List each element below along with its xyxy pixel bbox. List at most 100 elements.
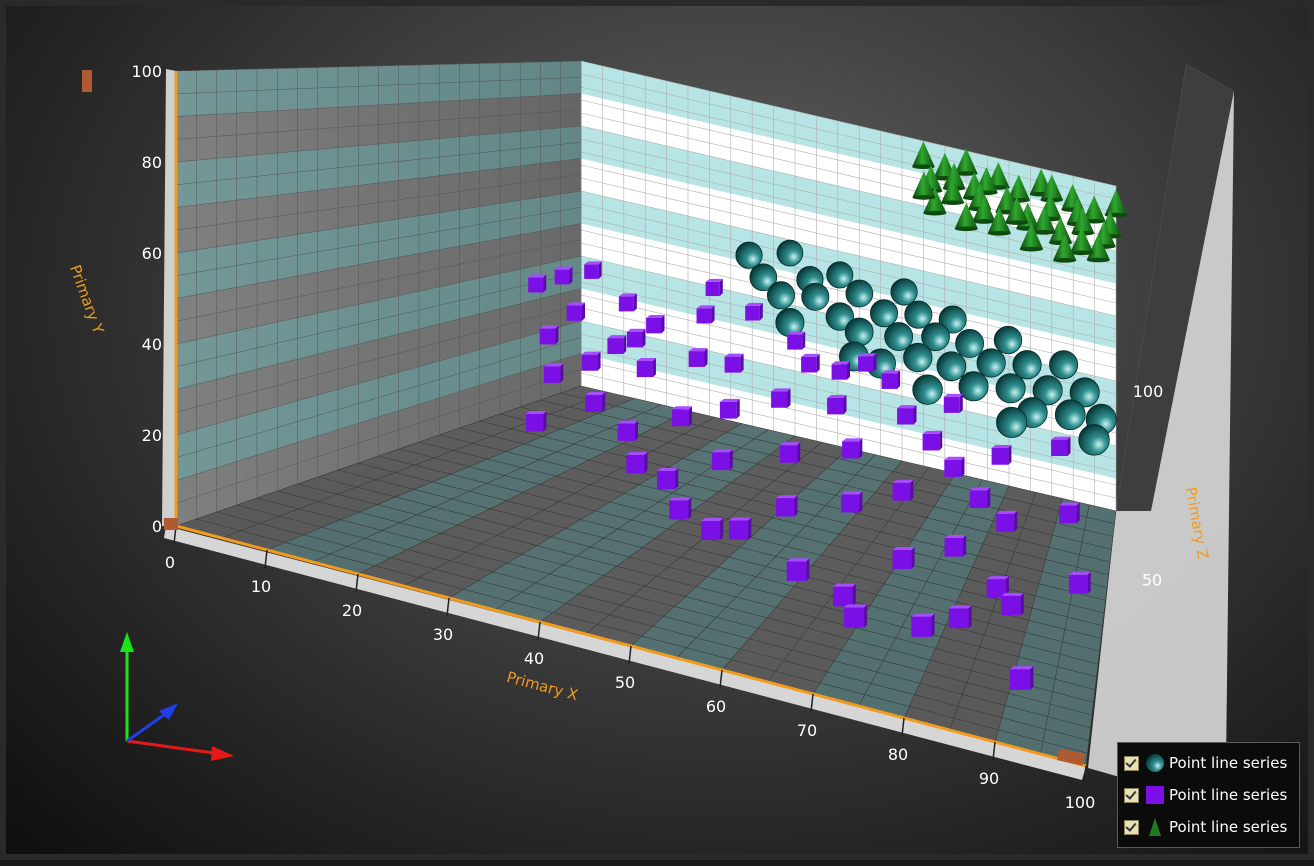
cube-point [705,278,723,297]
sphere-point [936,351,967,382]
cube-point [688,348,708,367]
x-tick-label: 70 [797,721,817,740]
cube-icon [1146,786,1164,804]
cube-face-top [843,604,868,608]
cube-face-side [719,278,723,297]
cube-face-side [897,370,901,389]
cube-face-front [719,401,737,419]
cube-face-front [618,296,634,312]
cube-point [1068,571,1091,594]
cube-face-front [669,500,689,520]
cube-point [779,442,801,463]
cube-face-front [842,441,860,459]
cube-face-side [1067,436,1071,457]
cube-face-front [729,520,749,540]
cube-point [554,266,573,285]
axis-corner-cap [82,70,92,92]
sphere-point [976,348,1006,378]
sphere-point [766,281,795,310]
legend-checkbox[interactable] [1124,787,1139,803]
cube-face-front [1059,505,1077,524]
cube-face-side [1076,502,1080,524]
cube-face-front [554,269,570,285]
cube-face-side [797,442,801,463]
cube-point [581,351,601,371]
cube-point [745,302,763,321]
cube-face-front [858,356,874,372]
axis-corner-cap [164,518,178,530]
cube-face-side [959,393,963,413]
cube-face-side [740,353,744,373]
cube-face-top [832,583,856,587]
sphere-point [826,261,854,289]
cube-face-side [987,487,991,509]
x-tick-label: 60 [706,697,726,716]
cone-base [1019,246,1044,252]
cube-face-front [787,334,803,350]
cube-face-side [543,274,547,293]
cube-point [607,335,627,354]
sphere-point [1078,424,1110,456]
legend-item-cubes[interactable]: Point line series [1124,779,1293,811]
cube-point [539,325,559,345]
cube-point [843,604,868,628]
x-tick-label: 40 [524,649,544,668]
sphere-point [801,282,830,311]
cube-face-side [816,353,820,373]
cube-face-side [968,605,972,629]
sphere-point [890,278,918,306]
cube-point [719,398,740,419]
x-tick-label: 30 [433,625,453,644]
cube-face-side [543,410,547,432]
legend-checkbox[interactable] [1124,755,1139,771]
cube-point [1009,666,1034,690]
cube-point [646,314,665,334]
cone-base [954,226,978,232]
cube-face-front [831,364,847,380]
cube-face-side [1020,592,1024,616]
cube-face-side [759,302,763,321]
legend-item-cones[interactable]: Point line series [1124,811,1293,843]
cube-face-side [794,495,798,517]
cube-face-side [913,405,917,425]
cube-face-front [832,586,853,607]
cube-face-side [711,305,715,324]
cube-face-front [617,423,635,441]
x-tick-label: 0 [165,553,175,572]
x-tick-label: 100 [1065,793,1096,812]
sphere-point [904,300,933,329]
triad-z-axis [126,710,169,743]
cube-point [696,305,715,324]
cube-face-front [585,394,603,412]
cube-face-front [922,433,940,451]
cube-face-front [948,608,969,629]
cube-face-side [688,497,692,520]
cone-base [1053,257,1077,263]
legend-item-spheres[interactable]: Point line series [1124,747,1293,779]
cube-face-front [897,408,914,425]
cube-point [566,302,585,321]
cube-face-front [646,317,662,334]
cube-point [626,328,646,348]
cube-face-side [802,331,806,350]
cube-face-front [626,455,645,474]
cube-point [897,405,917,425]
cube-point [944,456,965,477]
y-tick-label: 60 [142,244,162,263]
cube-face-front [801,356,817,373]
cube-point [543,363,564,383]
chart-3d-view[interactable]: 0102030405060708090100020406080100050100… [6,6,1314,866]
cube-point [922,430,943,451]
sphere-point [995,373,1026,404]
cube-face-side [1087,571,1091,594]
legend-checkbox[interactable] [1124,819,1139,835]
cube-face-side [864,604,868,628]
cube-point [525,410,547,432]
y-tick-label: 20 [142,426,162,445]
cube-point [618,293,637,312]
cube-face-side [910,479,914,501]
cube-face-side [569,266,573,285]
cube-face-front [841,494,860,513]
cube-point [617,420,638,441]
cone-base [941,200,965,205]
